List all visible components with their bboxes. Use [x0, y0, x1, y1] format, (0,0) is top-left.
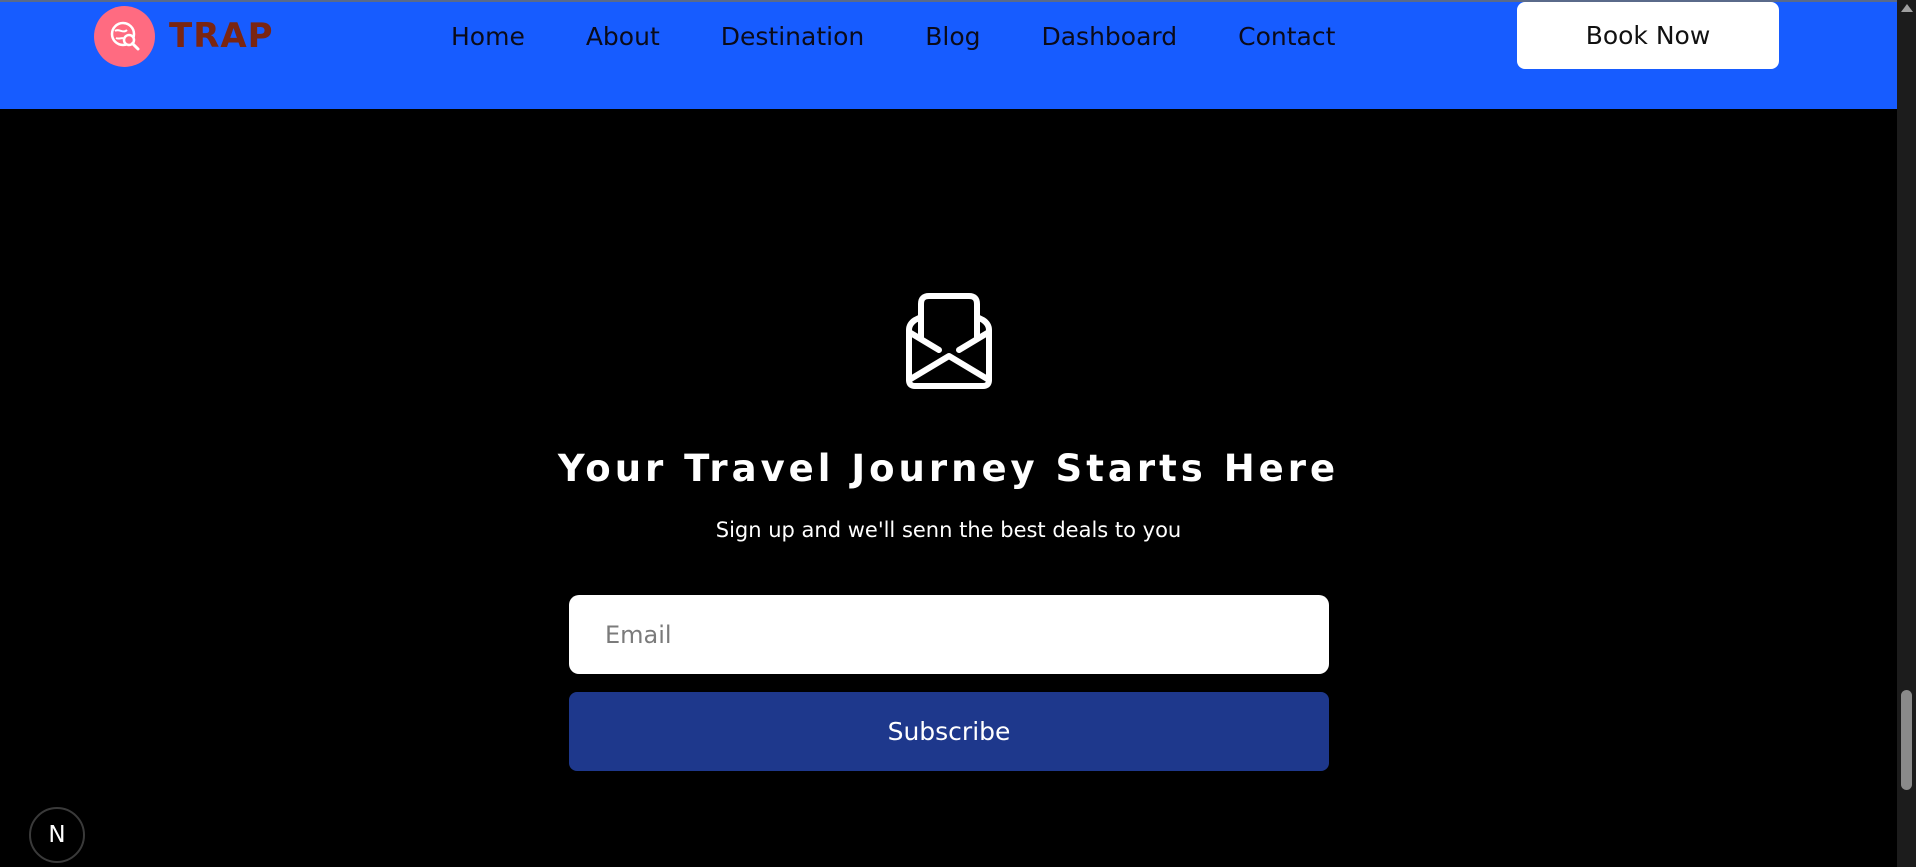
subscribe-button[interactable]: Subscribe — [569, 692, 1329, 771]
open-envelope-icon — [906, 293, 992, 389]
n-badge-label: N — [48, 822, 66, 848]
globe-search-icon — [94, 5, 155, 67]
main-nav: Home About Destination Blog Dashboard Co… — [451, 16, 1335, 56]
scrollbar-thumb[interactable] — [1901, 690, 1912, 790]
navbar: TRAP Home About Destination Blog Dashboa… — [0, 2, 1897, 109]
nav-link-destination[interactable]: Destination — [721, 22, 864, 51]
newsletter-headline: Your Travel Journey Starts Here — [557, 447, 1340, 490]
scroll-up-arrow-icon[interactable] — [1901, 4, 1913, 12]
newsletter-subtext: Sign up and we'll senn the best deals to… — [715, 518, 1182, 542]
nav-link-dashboard[interactable]: Dashboard — [1041, 22, 1177, 51]
nav-link-about[interactable]: About — [586, 22, 660, 51]
nav-link-home[interactable]: Home — [451, 22, 525, 51]
brand-name: TRAP — [169, 16, 274, 56]
vertical-scrollbar[interactable] — [1897, 0, 1916, 867]
page: TRAP Home About Destination Blog Dashboa… — [0, 0, 1916, 867]
book-now-button[interactable]: Book Now — [1517, 2, 1779, 69]
email-input[interactable] — [569, 595, 1329, 674]
nav-link-blog[interactable]: Blog — [925, 22, 980, 51]
next-dev-badge[interactable]: N — [29, 807, 85, 863]
nav-link-contact[interactable]: Contact — [1238, 22, 1335, 51]
logo-link[interactable]: TRAP — [94, 5, 274, 67]
